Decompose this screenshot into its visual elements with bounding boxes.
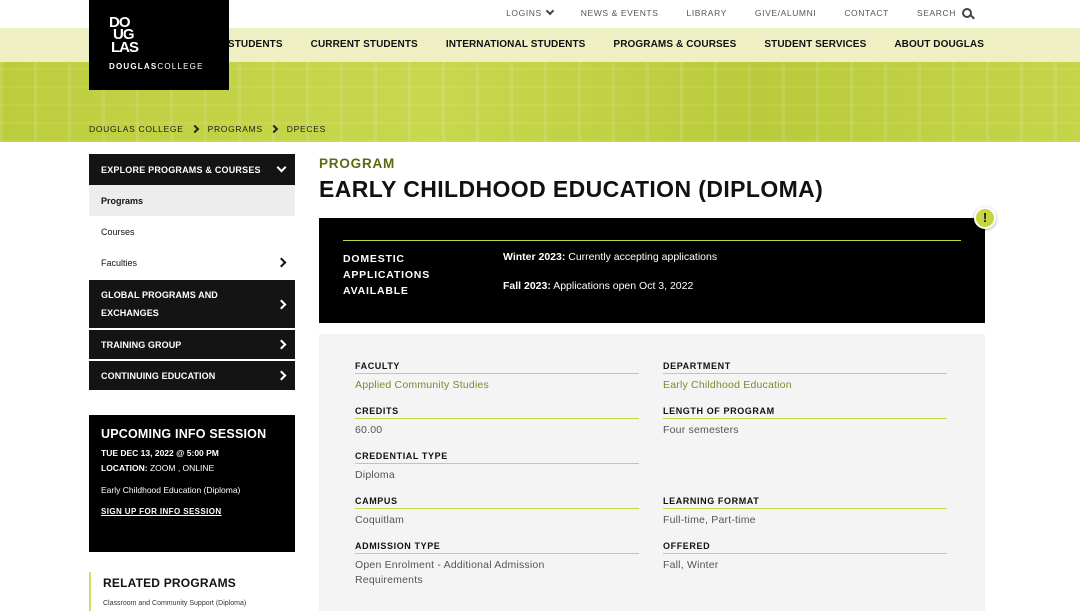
program-kicker: PROGRAM (319, 156, 396, 171)
detail-label: CREDITS (355, 406, 639, 419)
sidebar: EXPLORE PROGRAMS & COURSES Programs Cour… (89, 154, 295, 390)
detail-learning-format: LEARNING FORMAT Full-time, Part-time (663, 496, 947, 528)
detail-label: DEPARTMENT (663, 361, 947, 374)
sidebar-section-global[interactable]: GLOBAL PROGRAMS AND EXCHANGES (89, 278, 295, 328)
detail-admission: ADMISSION TYPE Open Enrolment - Addition… (355, 541, 639, 588)
chevron-right-icon (276, 370, 287, 381)
winter-status: Currently accepting applications (565, 251, 718, 263)
detail-credential: CREDENTIAL TYPE Diploma (355, 451, 639, 483)
info-session-program: Early Childhood Education (Diploma) (101, 485, 241, 495)
detail-credits: CREDITS 60.00 (355, 406, 639, 438)
detail-value: Diploma (355, 469, 395, 481)
info-session-datetime: TUE DEC 13, 2022 @ 5:00 PM (101, 448, 219, 458)
sidebar-section-label: TRAINING GROUP (101, 339, 182, 350)
contact-link[interactable]: CONTACT (844, 8, 889, 18)
fall-term: Fall 2023: (503, 280, 551, 292)
logo-word-douglas: DOUGLAS (109, 62, 158, 71)
search-icon (962, 8, 972, 18)
info-session-card: UPCOMING INFO SESSION TUE DEC 13, 2022 @… (89, 415, 295, 552)
detail-label: LEARNING FORMAT (663, 496, 947, 509)
nav-current-students[interactable]: CURRENT STUDENTS (311, 39, 418, 50)
detail-value: Fall, Winter (663, 559, 719, 571)
library-link[interactable]: LIBRARY (687, 8, 727, 18)
location-value: ZOOM , ONLINE (147, 463, 215, 473)
detail-value[interactable]: Early Childhood Education (663, 378, 947, 393)
signup-info-session-link[interactable]: SIGN UP FOR INFO SESSION (101, 507, 283, 516)
nav-about-douglas[interactable]: ABOUT DOUGLAS (894, 39, 984, 50)
winter-intake-status: Winter 2023: Currently accepting applica… (503, 251, 717, 263)
logo-word-college: COLLEGE (157, 62, 204, 71)
detail-value: 60.00 (355, 424, 383, 436)
fall-status: Applications open Oct 3, 2022 (550, 280, 694, 292)
news-events-link[interactable]: NEWS & EVENTS (581, 8, 659, 18)
applications-label: DOMESTIC APPLICATIONS AVAILABLE (343, 253, 430, 297)
alert-icon[interactable]: ! (974, 207, 996, 229)
chevron-down-icon (276, 162, 287, 173)
related-program-link[interactable]: Classroom and Community Support (Diploma… (103, 600, 295, 607)
chevron-right-icon (276, 299, 287, 309)
detail-value: Coquitlam (355, 514, 405, 526)
chevron-right-icon (190, 124, 199, 134)
related-programs-title: RELATED PROGRAMS (103, 576, 236, 590)
detail-label: OFFERED (663, 541, 947, 554)
page-title: EARLY CHILDHOOD EDUCATION (DIPLOMA) (319, 176, 824, 202)
sidebar-section-training[interactable]: TRAINING GROUP (89, 328, 295, 359)
related-programs: RELATED PROGRAMS Classroom and Community… (89, 572, 295, 611)
detail-label: ADMISSION TYPE (355, 541, 639, 554)
breadcrumb-programs[interactable]: PROGRAMS (208, 124, 263, 134)
detail-offered: OFFERED Fall, Winter (663, 541, 947, 573)
detail-value: Open Enrolment - Additional Admission Re… (355, 559, 545, 586)
chevron-right-icon (276, 339, 287, 350)
sidebar-item-courses[interactable]: Courses (89, 216, 295, 247)
detail-label: CREDENTIAL TYPE (355, 451, 639, 464)
explore-programs-label: EXPLORE PROGRAMS & COURSES (101, 164, 261, 175)
give-alumni-link[interactable]: GIVE/ALUMNI (755, 8, 816, 18)
sidebar-item-label: Faculties (101, 257, 138, 268)
divider (343, 240, 961, 241)
logins-menu[interactable]: LOGINS (506, 6, 555, 18)
chevron-right-icon (276, 257, 287, 268)
detail-label: LENGTH OF PROGRAM (663, 406, 947, 419)
chevron-down-icon (545, 6, 555, 16)
breadcrumb: DOUGLAS COLLEGE PROGRAMS DPECES (89, 124, 326, 134)
nav-programs-courses[interactable]: PROGRAMS & COURSES (613, 39, 736, 50)
detail-label: FACULTY (355, 361, 639, 374)
sidebar-item-label: Programs (101, 195, 144, 206)
chevron-right-icon (269, 124, 279, 134)
location-label: LOCATION: (101, 463, 148, 473)
applications-panel: DOMESTIC APPLICATIONS AVAILABLE Winter 2… (319, 218, 985, 323)
search-button[interactable]: SEARCH (917, 8, 972, 18)
sidebar-section-label: CONTINUING EDUCATION (101, 370, 216, 381)
sidebar-section-label: GLOBAL PROGRAMS AND EXCHANGES (101, 290, 218, 318)
detail-department: DEPARTMENT Early Childhood Education (663, 361, 947, 393)
sidebar-section-continuing[interactable]: CONTINUING EDUCATION (89, 359, 295, 390)
breadcrumb-current: DPECES (286, 124, 326, 134)
breadcrumb-home[interactable]: DOUGLAS COLLEGE (89, 124, 184, 134)
info-session-title: UPCOMING INFO SESSION (101, 427, 267, 441)
detail-value[interactable]: Applied Community Studies (355, 378, 639, 393)
explore-programs-toggle[interactable]: EXPLORE PROGRAMS & COURSES (89, 154, 295, 185)
logo-mark: DO UG LAS (109, 14, 140, 56)
search-label: SEARCH (916, 8, 956, 18)
fall-intake-status: Fall 2023: Applications open Oct 3, 2022 (503, 280, 693, 292)
detail-value: Four semesters (663, 424, 739, 436)
utility-nav: LOGINS NEWS & EVENTS LIBRARY GIVE/ALUMNI… (478, 6, 972, 18)
douglas-college-logo[interactable]: DO UG LAS DOUGLASCOLLEGE (89, 0, 229, 90)
sidebar-item-label: Courses (101, 226, 135, 237)
sidebar-item-programs[interactable]: Programs (89, 185, 295, 216)
logins-label: LOGINS (506, 8, 542, 18)
logo-wordmark: DOUGLASCOLLEGE (109, 62, 204, 71)
sidebar-item-faculties[interactable]: Faculties (89, 247, 295, 278)
nav-student-services[interactable]: STUDENT SERVICES (764, 39, 866, 50)
nav-international-students[interactable]: INTERNATIONAL STUDENTS (446, 39, 586, 50)
program-details: FACULTY Applied Community Studies DEPART… (319, 334, 985, 611)
svg-text:LAS: LAS (111, 39, 139, 56)
detail-faculty: FACULTY Applied Community Studies (355, 361, 639, 393)
detail-campus: CAMPUS Coquitlam (355, 496, 639, 528)
detail-value: Full-time, Part-time (663, 514, 756, 526)
winter-term: Winter 2023: (503, 251, 566, 263)
info-session-location: LOCATION: ZOOM , ONLINE (101, 463, 283, 473)
detail-label: CAMPUS (355, 496, 639, 509)
detail-length: LENGTH OF PROGRAM Four semesters (663, 406, 947, 438)
